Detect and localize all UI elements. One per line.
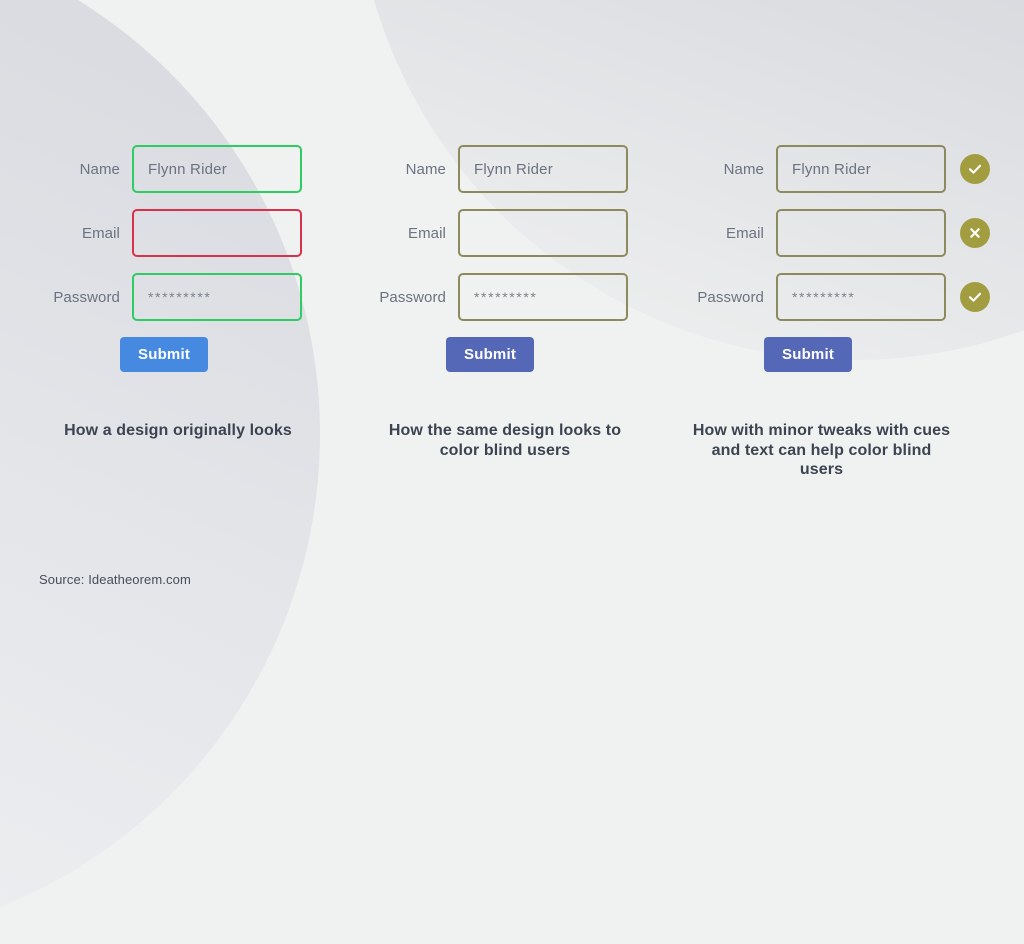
password-input-value: ********* <box>148 289 212 305</box>
check-icon <box>960 282 990 312</box>
name-input[interactable]: Flynn Rider <box>458 145 628 193</box>
password-input-value: ********* <box>792 289 856 305</box>
submit-spacer <box>364 337 446 372</box>
field-row: Password ********* <box>38 273 302 321</box>
check-icon <box>960 154 990 184</box>
submit-button[interactable]: Submit <box>446 337 535 372</box>
name-input[interactable]: Flynn Rider <box>776 145 946 193</box>
email-input[interactable] <box>132 209 302 257</box>
field-label-email: Email <box>725 224 764 242</box>
form-column-accessible: Name Flynn Rider Email Password ********… <box>682 145 990 372</box>
field-row: Password ********* <box>364 273 628 321</box>
submit-spacer <box>682 337 764 372</box>
submit-row: Submit <box>364 337 628 372</box>
field-row: Email <box>682 209 990 257</box>
submit-button[interactable]: Submit <box>764 337 853 372</box>
caption-colorblind: How the same design looks to color blind… <box>388 422 622 459</box>
field-label-name: Name <box>79 160 120 178</box>
submit-row: Submit <box>682 337 990 372</box>
caption-original: How a design originally looks <box>64 422 292 439</box>
field-label-email: Email <box>81 224 120 242</box>
password-input[interactable]: ********* <box>458 273 628 321</box>
source-attribution: Source: Ideatheorem.com <box>39 572 191 587</box>
field-row: Name Flynn Rider <box>364 145 628 193</box>
password-input-value: ********* <box>474 289 538 305</box>
form-column-colorblind: Name Flynn Rider Email Password ********… <box>364 145 628 372</box>
name-input-value: Flynn Rider <box>474 160 553 178</box>
field-label-password: Password <box>379 288 446 306</box>
field-row: Email <box>364 209 628 257</box>
field-row: Password ********* <box>682 273 990 321</box>
field-row: Name Flynn Rider <box>682 145 990 193</box>
field-label-password: Password <box>697 288 764 306</box>
close-icon <box>960 218 990 248</box>
field-label-email: Email <box>407 224 446 242</box>
caption-accessible: How with minor tweaks with cues and text… <box>692 422 951 478</box>
name-input-value: Flynn Rider <box>148 160 227 178</box>
password-input[interactable]: ********* <box>132 273 302 321</box>
submit-spacer <box>38 337 120 372</box>
name-input-value: Flynn Rider <box>792 160 871 178</box>
field-label-password: Password <box>53 288 120 306</box>
submit-row: Submit <box>38 337 302 372</box>
email-input[interactable] <box>458 209 628 257</box>
field-label-name: Name <box>723 160 764 178</box>
field-label-name: Name <box>405 160 446 178</box>
email-input[interactable] <box>776 209 946 257</box>
comparison-board: Name Flynn Rider Email Password ********… <box>0 0 1024 614</box>
field-row: Email <box>38 209 302 257</box>
name-input[interactable]: Flynn Rider <box>132 145 302 193</box>
form-column-original: Name Flynn Rider Email Password ********… <box>38 145 302 372</box>
password-input[interactable]: ********* <box>776 273 946 321</box>
submit-button[interactable]: Submit <box>120 337 209 372</box>
field-row: Name Flynn Rider <box>38 145 302 193</box>
